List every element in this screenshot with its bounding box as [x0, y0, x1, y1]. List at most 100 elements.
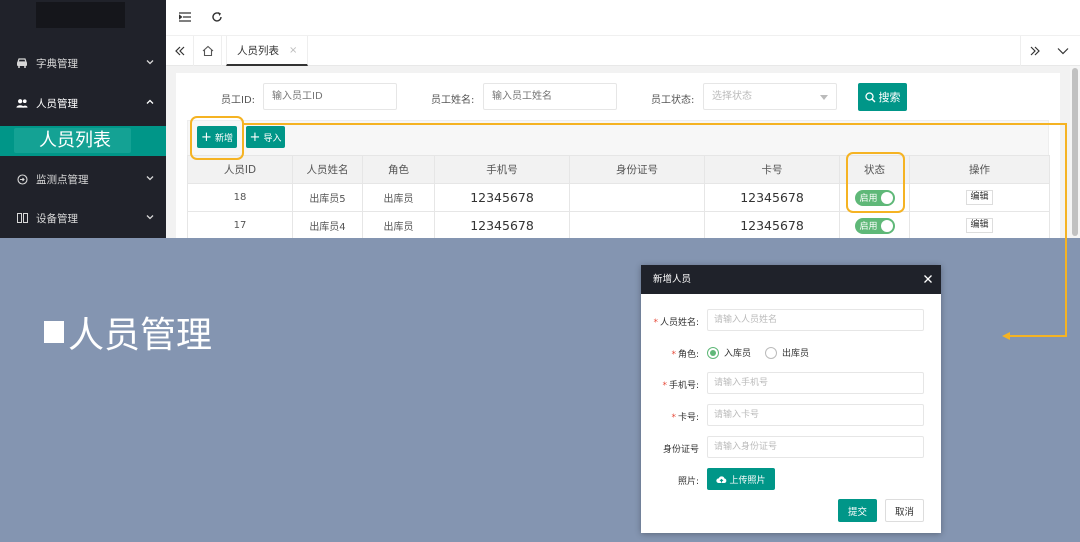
cloud-upload-icon [716, 475, 727, 483]
sidebar-item-dictionary[interactable]: 字典管理 [0, 44, 166, 82]
name-input[interactable]: 请输入人员姓名 [707, 309, 924, 331]
column-header: 手机号 [434, 155, 570, 184]
required-mark: * [671, 413, 676, 423]
tabs-scroll-left-button[interactable] [166, 36, 194, 66]
idcard-input[interactable]: 请输入身份证号 [707, 436, 924, 458]
name-label: * 人员姓名: [641, 315, 699, 328]
refresh-icon[interactable] [210, 10, 224, 24]
search-button-label: 搜索 [878, 91, 901, 104]
submit-button[interactable]: 提交 [838, 499, 877, 522]
sidebar-item-label: 设备管理 [36, 212, 78, 225]
idcard-label: 身份证号 [662, 445, 699, 455]
cancel-button[interactable]: 取消 [885, 499, 924, 522]
chevron-down-icon [146, 176, 154, 181]
home-tab-button[interactable] [194, 36, 222, 66]
cell-name: 出库员5 [292, 183, 363, 212]
edit-button[interactable]: 编辑 [966, 218, 993, 233]
status-highlight [846, 152, 905, 213]
menu-fold-icon[interactable] [178, 10, 192, 24]
radio-dot [707, 346, 719, 359]
sidebar-subitem-label: 人员列表 [14, 128, 131, 153]
sidebar-item-devices[interactable]: 设备管理 [0, 199, 166, 237]
cell-card: 12345678 [704, 211, 840, 240]
close-icon[interactable] [923, 274, 933, 284]
section-title: 人员管理 [44, 306, 212, 358]
home-icon [202, 45, 213, 57]
chevron-up-icon [146, 99, 154, 104]
table-header-row: 人员ID 人员姓名 角色 手机号 身份证号 卡号 状态 操作 [187, 155, 1050, 184]
sidebar-item-label: 人员管理 [36, 97, 78, 110]
cell-status: 启用 [839, 211, 910, 240]
required-mark: * [662, 381, 667, 391]
chevron-down-icon [146, 60, 154, 65]
tab-bar: 人员列表 × [166, 36, 1080, 66]
tab-label: 人员列表 [237, 44, 279, 57]
switch-knob [880, 219, 893, 232]
search-button[interactable]: 搜索 [858, 83, 907, 111]
role-radio-outbound[interactable]: 出库员 [765, 346, 809, 359]
table-toolbar [187, 120, 1049, 156]
close-icon[interactable]: × [289, 45, 297, 56]
card-label-text: 卡号: [677, 413, 699, 423]
employee-id-input[interactable] [263, 83, 397, 110]
plus-icon: + [249, 129, 261, 145]
cell-id: 17 [187, 211, 293, 240]
cell-action: 编辑 [909, 211, 1050, 240]
required-mark: * [671, 350, 676, 360]
scrollbar-thumb[interactable] [1072, 68, 1078, 236]
logo [36, 2, 125, 28]
cell-id: 18 [187, 183, 293, 212]
cell-role: 出库员 [362, 183, 435, 212]
double-chevron-left-icon [174, 46, 184, 56]
car-icon [16, 57, 28, 69]
column-header: 人员姓名 [292, 155, 363, 184]
column-header: 身份证号 [569, 155, 705, 184]
cell-phone: 12345678 [434, 211, 570, 240]
dialog-header: 新增人员 [641, 265, 941, 294]
add-personnel-dialog: 新增人员 * 人员姓名: 请输入人员姓名 * 角色: 入库员 出库员 * 手机号: 请… [641, 265, 941, 533]
chevron-down-icon [146, 215, 154, 220]
columns-icon [16, 212, 28, 224]
edit-button[interactable]: 编辑 [966, 190, 993, 205]
role-radio-inbound[interactable]: 入库员 [707, 346, 751, 359]
table-row: 18 出库员5 出库员 12345678 12345678 启用 编辑 [187, 183, 1050, 212]
cell-name: 出库员4 [292, 211, 363, 240]
employee-status-select[interactable]: 选择状态 [703, 83, 837, 110]
import-button[interactable]: + 导入 [246, 126, 285, 148]
radio-dot [765, 346, 777, 359]
cell-action: 编辑 [909, 183, 1050, 212]
status-switch-label: 启用 [859, 222, 878, 232]
column-header: 角色 [362, 155, 435, 184]
upload-photo-button[interactable]: 上传照片 [707, 468, 775, 490]
employee-name-input[interactable] [483, 83, 617, 110]
phone-label-text: 手机号: [668, 381, 699, 391]
photo-label: 照片: [677, 477, 699, 487]
cell-card: 12345678 [704, 183, 840, 212]
column-header: 卡号 [704, 155, 840, 184]
sidebar-item-personnel[interactable]: 人员管理 [0, 84, 166, 122]
import-button-label: 导入 [263, 133, 282, 144]
cell-idcard [569, 183, 705, 212]
card-input[interactable]: 请输入卡号 [707, 404, 924, 426]
sidebar-subitem-personnel-list[interactable]: 人员列表 [0, 126, 166, 156]
tab-personnel-list[interactable]: 人员列表 × [226, 36, 309, 66]
scrollbar[interactable] [1070, 66, 1080, 238]
personnel-table: 人员ID 人员姓名 角色 手机号 身份证号 卡号 状态 操作 18 出库员5 出… [187, 155, 1050, 240]
employee-id-label: 员工ID: [221, 95, 256, 106]
required-mark: * [653, 318, 658, 328]
sidebar-item-monitoring-points[interactable]: 监测点管理 [0, 160, 166, 198]
cell-role: 出库员 [362, 211, 435, 240]
phone-input[interactable]: 请输入手机号 [707, 372, 924, 394]
tabs-menu-button[interactable] [1049, 36, 1077, 66]
sidebar: 字典管理 人员管理 人员列表 监测点管理 设备管理 [0, 0, 166, 238]
table-row: 17 出库员4 出库员 12345678 12345678 启用 编辑 [187, 211, 1050, 240]
top-bar [166, 0, 1080, 36]
tabs-scroll-right-button[interactable] [1020, 36, 1048, 66]
dialog-title: 新增人员 [653, 274, 692, 285]
double-chevron-right-icon [1030, 46, 1040, 56]
select-placeholder: 选择状态 [712, 91, 752, 102]
sidebar-item-label: 字典管理 [36, 57, 78, 70]
status-switch[interactable]: 启用 [854, 217, 895, 234]
employee-name-label: 员工姓名: [431, 95, 475, 106]
sidebar-item-label: 监测点管理 [36, 173, 89, 186]
